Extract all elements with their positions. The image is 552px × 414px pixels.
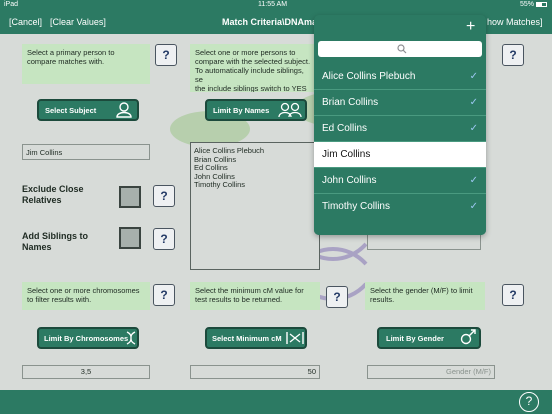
add-siblings-label: Add Siblings to Names — [22, 231, 88, 252]
limit-by-gender-label: Limit By Gender — [386, 334, 444, 343]
show-matches-button[interactable]: how Matches] — [487, 17, 543, 27]
clear-values-button[interactable]: [Clear Values] — [50, 17, 106, 27]
checkmark-icon: ✓ — [469, 175, 478, 186]
popover-item-name: Brian Collins — [322, 97, 379, 108]
chromosome-icon — [126, 331, 136, 345]
min-cm-hint: Select the minimum cM value for test res… — [190, 282, 320, 310]
chromosomes-help-button[interactable]: ? — [153, 284, 175, 306]
popover-item-jim-collins[interactable]: Jim Collins — [314, 142, 486, 168]
popover-item-name: Ed Collins — [322, 123, 368, 134]
min-cm-field[interactable]: 50 — [190, 365, 320, 379]
subject-field[interactable]: Jim Collins — [22, 144, 150, 160]
limit-by-gender-button[interactable]: Limit By Gender — [377, 327, 481, 349]
limit-by-names-label: Limit By Names — [213, 106, 270, 115]
min-cm-icon — [286, 332, 304, 344]
popover-item-john-collins[interactable]: John Collins ✓ — [314, 168, 486, 194]
battery-level: 55% — [520, 1, 535, 8]
exclude-help-button[interactable]: ? — [153, 185, 175, 207]
names-hint: Select one or more persons to compare wi… — [190, 44, 318, 92]
gender-help-button[interactable]: ? — [502, 284, 524, 306]
selected-names-list[interactable]: Alice Collins Plebuch Brian Collins Ed C… — [190, 142, 320, 270]
add-name-button[interactable]: + — [466, 18, 475, 36]
exclude-close-relatives-switch[interactable] — [119, 186, 141, 208]
exclude-close-relatives-label: Exclude Close Relatives — [22, 184, 84, 205]
gender-icon — [460, 329, 476, 345]
battery-icon — [536, 2, 547, 7]
names-picker-popover: + Alice Collins Plebuch ✓ Brian Collins … — [314, 15, 486, 235]
bottom-toolbar: ? — [0, 390, 552, 414]
popover-item-ed-collins[interactable]: Ed Collins ✓ — [314, 116, 486, 142]
add-siblings-switch[interactable] — [119, 227, 141, 249]
popover-item-name: Jim Collins — [322, 149, 371, 160]
person-icon — [116, 102, 132, 118]
limit-by-chromosomes-button[interactable]: Limit By Chromosomes — [37, 327, 139, 349]
min-cm-help-button[interactable]: ? — [326, 286, 348, 308]
limit-by-chromosomes-label: Limit By Chromosomes — [44, 334, 129, 343]
primary-person-hint: Select a primary person to compare match… — [22, 44, 150, 84]
clock: 11:55 AM — [258, 1, 288, 8]
page-title: Match Criteria\DNAma — [222, 17, 318, 27]
popover-item-alice-collins-plebuch[interactable]: Alice Collins Plebuch ✓ — [314, 64, 486, 90]
status-bar: iPad 11:55 AM 55% — [0, 0, 552, 10]
primary-help-button[interactable]: ? — [155, 44, 177, 66]
checkmark-icon: ✓ — [469, 97, 478, 108]
siblings-help-button[interactable]: ? — [153, 228, 175, 250]
select-minimum-cm-button[interactable]: Select Minimum cM — [205, 327, 307, 349]
people-icon — [278, 102, 302, 118]
names-help-button[interactable]: ? — [502, 44, 524, 66]
popover-footer — [314, 211, 486, 235]
search-icon — [397, 44, 407, 54]
gender-hint: Select the gender (M/F) to limit results… — [365, 282, 485, 310]
checkmark-icon: ✓ — [469, 123, 478, 134]
gender-field[interactable]: Gender (M/F) — [367, 365, 495, 379]
select-subject-button[interactable]: Select Subject — [37, 99, 139, 121]
checkmark-icon: ✓ — [469, 71, 478, 82]
popover-search-input[interactable] — [318, 41, 482, 57]
device-label: iPad — [4, 1, 19, 8]
list-item: Timothy Collins — [194, 180, 245, 189]
popover-item-brian-collins[interactable]: Brian Collins ✓ — [314, 90, 486, 116]
chromosomes-field[interactable]: 3,5 — [22, 365, 150, 379]
select-minimum-cm-label: Select Minimum cM — [212, 334, 282, 343]
cancel-button[interactable]: [Cancel] — [9, 17, 42, 27]
popover-item-name: Alice Collins Plebuch — [322, 71, 416, 82]
popover-item-name: John Collins — [322, 175, 377, 186]
select-subject-label: Select Subject — [45, 106, 97, 115]
chromosomes-hint: Select one or more chromosomes to filter… — [22, 282, 150, 310]
help-circle-icon[interactable]: ? — [519, 392, 539, 412]
limit-by-names-button[interactable]: Limit By Names — [205, 99, 307, 121]
